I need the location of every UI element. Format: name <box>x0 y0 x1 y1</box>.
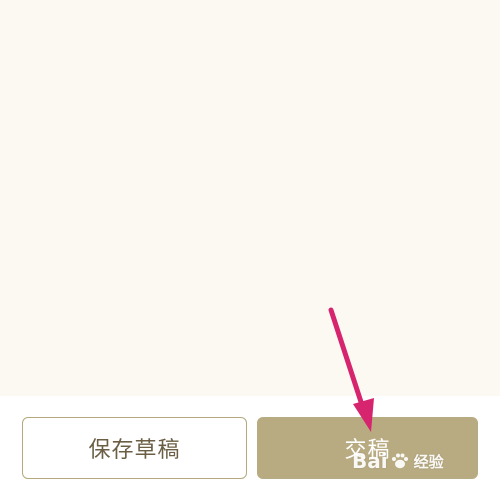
watermark-brand-suffix: 经验 <box>413 452 444 471</box>
watermark: Bai 经验 <box>352 449 444 473</box>
watermark-brand-prefix: Bai <box>352 449 388 473</box>
save-draft-button[interactable]: 保存草稿 <box>22 417 247 479</box>
editor-area[interactable] <box>0 0 500 396</box>
paw-icon <box>391 453 408 469</box>
screen: 保存草稿 交稿 Bai 经验 <box>0 0 500 500</box>
